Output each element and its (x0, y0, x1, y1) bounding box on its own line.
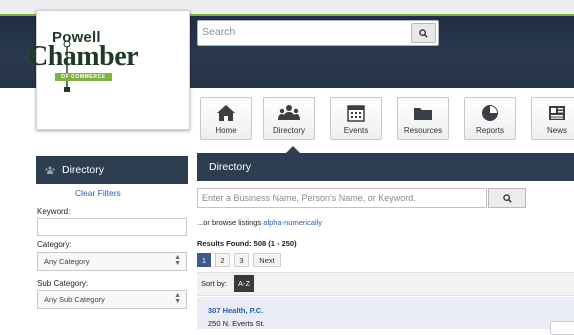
category-select[interactable]: Any Category ▲ ▼ (37, 252, 187, 271)
sort-label: Sort by: (201, 279, 227, 288)
select-arrows-icon: ▲ ▼ (174, 292, 181, 305)
logo-line-commerce: OF COMMERCE (55, 73, 112, 81)
home-icon (217, 105, 235, 121)
site-search-input[interactable] (202, 23, 407, 41)
page-2-button[interactable]: 2 (215, 253, 230, 267)
page-1-button[interactable]: 1 (197, 253, 211, 267)
category-label: Category: (37, 240, 72, 249)
main-header: Directory (197, 153, 574, 181)
chamber-logo[interactable]: Powell Chamber OF COMMERCE (28, 10, 190, 130)
business-search-button[interactable] (488, 188, 526, 208)
nav-reports[interactable]: Reports (464, 97, 516, 140)
nav-resources-label: Resources (403, 126, 443, 135)
subcategory-select[interactable]: Any Sub Category ▲ ▼ (37, 290, 187, 309)
next-page-button[interactable]: Next (253, 253, 281, 267)
site-search (197, 20, 439, 46)
sidebar-header: Directory (36, 156, 188, 184)
browse-line: ...or browse listings alpha-numerically (197, 218, 322, 227)
nav-reports-label: Reports (475, 126, 504, 135)
listing-action-button[interactable] (550, 321, 574, 335)
listing-item: 307 Health, P.C. 250 N. Everts St. (197, 297, 574, 329)
subcategory-select-value: Any Sub Category (44, 295, 105, 304)
results-count: Results Found: 508 (1 - 250) (197, 239, 297, 248)
logo-line-chamber: Chamber (28, 41, 139, 72)
nav-events[interactable]: Events (330, 97, 382, 140)
folder-icon (414, 108, 432, 120)
nav-directory-label: Directory (272, 126, 305, 135)
browse-prefix: ...or browse listings (197, 218, 264, 227)
category-select-value: Any Category (44, 257, 90, 266)
active-nav-indicator (286, 146, 300, 153)
people-icon (45, 166, 55, 174)
keyword-input[interactable] (37, 218, 187, 236)
listing-address: 250 N. Everts St. (208, 319, 265, 328)
page-3-button[interactable]: 3 (234, 253, 249, 267)
subcategory-label: Sub Category: (37, 279, 89, 288)
news-icon (549, 106, 565, 120)
people-icon (278, 105, 300, 120)
nav-home[interactable]: Home (200, 97, 252, 140)
listing-name-link[interactable]: 307 Health, P.C. (208, 306, 263, 315)
sidebar-title: Directory (62, 164, 105, 176)
search-icon (419, 28, 428, 38)
pie-chart-icon (482, 105, 498, 121)
alpha-numeric-link[interactable]: alpha-numerically (263, 218, 322, 227)
nav-home-label: Home (215, 126, 237, 135)
keyword-label: Keyword: (37, 207, 71, 216)
business-search-input[interactable] (202, 191, 472, 205)
nav-news[interactable]: News (531, 97, 574, 140)
select-arrows-icon: ▲ ▼ (174, 254, 181, 267)
sort-bar: Sort by: A-Z (197, 272, 574, 296)
nav-news-label: News (546, 126, 567, 135)
business-search (197, 188, 487, 208)
nav-events-label: Events (343, 126, 369, 135)
main-title: Directory (209, 161, 252, 173)
site-search-button[interactable] (411, 23, 436, 43)
nav-resources[interactable]: Resources (397, 97, 449, 140)
calendar-icon (347, 105, 365, 122)
sort-az-button[interactable]: A-Z (234, 275, 254, 292)
search-icon (502, 193, 512, 203)
nav-directory[interactable]: Directory (263, 97, 315, 140)
clear-filters-link[interactable]: Clear Filters (75, 188, 121, 198)
